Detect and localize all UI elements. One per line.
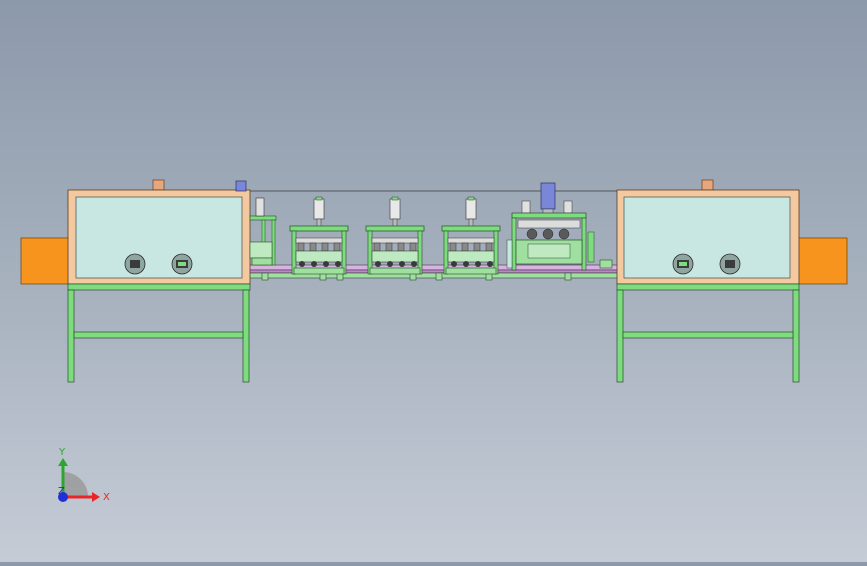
right-cabinet-leg-1 [616, 289, 624, 383]
y-axis-label: Y [58, 447, 66, 458]
x-axis-label: X [103, 492, 110, 503]
left-cabinet-window [75, 196, 243, 279]
right-conveyor-extension[interactable] [796, 237, 848, 285]
station-main[interactable] [506, 182, 595, 271]
right-cabinet-leg-2 [792, 289, 800, 383]
right-cabinet-crossbar [622, 331, 794, 339]
triad-plane-icon [63, 472, 88, 497]
cad-model-canvas[interactable]: Y X Z [0, 0, 867, 562]
left-cabinet-leg-1 [67, 289, 75, 383]
left-cabinet-crossbar [73, 331, 244, 339]
right-exhaust-nozzle [701, 179, 714, 191]
station-1[interactable] [289, 196, 349, 275]
left-cabinet[interactable] [67, 179, 251, 383]
left-cabinet-leg-2 [242, 289, 250, 383]
z-axis-label: Z [58, 486, 65, 497]
cylinder-icon [540, 182, 556, 210]
station-3[interactable] [441, 196, 501, 275]
right-cabinet[interactable] [616, 179, 800, 383]
right-cabinet-window [623, 196, 791, 279]
cad-viewport[interactable]: Y X Z [0, 0, 867, 562]
coordinate-triad: Y X Z [58, 447, 110, 503]
left-conveyor-extension[interactable] [20, 237, 70, 285]
cylinder-icon [235, 180, 247, 192]
left-exhaust-nozzle [152, 179, 165, 191]
station-2[interactable] [365, 196, 425, 275]
